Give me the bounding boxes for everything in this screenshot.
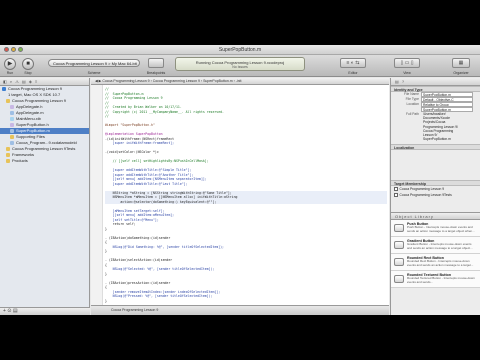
editor-mode-icon: ≡ ◐ ⇆ bbox=[346, 60, 360, 66]
file-name-field[interactable]: SuperPopButton.m bbox=[421, 92, 473, 97]
navigator-item-label: Supporting Files bbox=[16, 134, 45, 139]
navigator-item-label: Frameworks bbox=[12, 152, 35, 157]
target-label: Cocoa Programming Lesson 9 bbox=[399, 187, 445, 192]
full-path-label: Full Path bbox=[405, 112, 419, 116]
folder-icon bbox=[6, 98, 10, 103]
navigator-item-label: SuperPopButton.h bbox=[16, 122, 49, 127]
navigator-item-label: Cocoa Programming Lesson 9Tests bbox=[12, 146, 76, 151]
organizer-label: Organizer bbox=[453, 71, 469, 75]
utilities-pane: ▤ ? Identity and Type File Name SuperPopB… bbox=[390, 78, 480, 315]
folder-icon bbox=[6, 146, 10, 151]
object-library: Push Button Push Button - Intercepts mous… bbox=[391, 220, 480, 289]
library-item[interactable]: Rounded Rect Button Rounded Rect Button -… bbox=[391, 254, 480, 272]
library-item[interactable]: Rounded Textured Button Rounded Textured … bbox=[391, 271, 480, 289]
breakpoints-label: Breakpoints bbox=[146, 71, 166, 75]
organizer-icon: ▦ bbox=[458, 60, 464, 66]
location-file: SuperPopButton.m bbox=[421, 107, 473, 112]
button-icon bbox=[394, 241, 404, 250]
target-list: Cocoa Programming Lesson 9 Cocoa Programm… bbox=[391, 186, 480, 198]
view-label: View bbox=[403, 71, 411, 75]
editor-mode-control[interactable]: ≡ ◐ ⇆ bbox=[340, 58, 366, 68]
breakpoints-button[interactable] bbox=[148, 58, 164, 68]
inspector-selector-bar[interactable]: ▤ ? bbox=[391, 78, 480, 86]
stop-button[interactable]: ■ bbox=[22, 58, 34, 70]
navigator-item-label: Cocoa Programming Lesson 9 bbox=[12, 98, 67, 103]
file-icon bbox=[10, 140, 14, 145]
library-item-description: Push Button - Intercepts mouse-down even… bbox=[407, 225, 475, 234]
navigator-item-label: Products bbox=[12, 158, 28, 163]
activity-viewer: Running Cocoa Programming Lesson 9.xcode… bbox=[175, 57, 305, 71]
debug-bar[interactable]: Cocoa Programming Lesson 9 bbox=[91, 305, 389, 315]
file-icon bbox=[10, 110, 14, 115]
navigator-item-label: AppDelegate.h bbox=[16, 104, 43, 109]
jump-bar[interactable]: ◀ ▶ Cocoa Programming Lesson 9 › Cocoa P… bbox=[91, 78, 389, 85]
file-icon bbox=[10, 104, 14, 109]
navigator-item-label: AppDelegate.m bbox=[16, 110, 44, 115]
organizer-button[interactable]: ▦ bbox=[452, 58, 470, 68]
view-control[interactable]: ▯ ▭ ▯ bbox=[394, 58, 420, 68]
navigator-filter-bar[interactable]: + ⊙ ▤ bbox=[0, 307, 90, 315]
project-icon bbox=[2, 86, 6, 91]
library-item-description: Rounded Textured Button - Intercepts mou… bbox=[407, 276, 475, 285]
button-icon bbox=[394, 275, 404, 284]
library-item-description: Rounded Rect Button - Intercepts mouse-d… bbox=[407, 259, 474, 268]
button-icon bbox=[394, 258, 404, 267]
library-item-description: Gradient Button - Intercepts mouse-down … bbox=[407, 242, 473, 251]
project-navigator: ◧ ⌕ ⚠ ▤ ◈ ≡ Cocoa Programming Lesson 91 … bbox=[0, 78, 90, 315]
stop-label: Stop bbox=[24, 71, 32, 75]
run-button[interactable]: ▶ bbox=[4, 58, 16, 70]
file-icon bbox=[10, 128, 14, 133]
navigator-item[interactable]: Products bbox=[0, 158, 89, 164]
full-path-line: SuperPopButton.m bbox=[423, 137, 451, 142]
xcode-window: SuperPopButton.m ▶ Run ■ Stop Cocoa Prog… bbox=[0, 45, 480, 315]
activity-status: No Issues bbox=[232, 65, 248, 69]
navigator-item-label: Cocoa_Program...9.xcdatamodeld bbox=[16, 140, 77, 145]
view-panes-icon: ▯ ▭ ▯ bbox=[400, 60, 414, 66]
target-label: Cocoa Programming Lesson 9Tests bbox=[399, 193, 452, 198]
navigator-selector-bar[interactable]: ◧ ⌕ ⚠ ▤ ◈ ≡ bbox=[0, 78, 89, 86]
stop-icon: ■ bbox=[26, 61, 30, 67]
file-type-popup[interactable]: Default - Objective-C bbox=[421, 97, 473, 102]
title-bar: SuperPopButton.m bbox=[0, 45, 480, 55]
library-selector-bar[interactable]: Object Library bbox=[391, 212, 480, 221]
library-item[interactable]: Gradient Button Gradient Button - Interce… bbox=[391, 237, 480, 255]
navigator-file-list: Cocoa Programming Lesson 91 target, Mac … bbox=[0, 86, 89, 164]
play-icon: ▶ bbox=[7, 61, 13, 67]
video-frame: SuperPopButton.m ▶ Run ■ Stop Cocoa Prog… bbox=[0, 0, 480, 360]
window-title: SuperPopButton.m bbox=[218, 47, 262, 53]
checkbox-icon[interactable] bbox=[394, 193, 398, 197]
scheme-popup[interactable]: Cocoa Programming Lesson 9 > My Mac 64-b… bbox=[48, 59, 140, 67]
editor-label: Editor bbox=[348, 71, 358, 75]
library-item[interactable]: Push Button Push Button - Intercepts mous… bbox=[391, 220, 480, 238]
navigator-item-label: Cocoa Programming Lesson 9 bbox=[8, 86, 63, 91]
localization-body bbox=[391, 150, 480, 180]
navigator-item-label: SuperPopButton.m bbox=[16, 128, 50, 133]
folder-icon bbox=[6, 152, 10, 157]
folder-icon bbox=[10, 134, 14, 139]
checkbox-icon[interactable] bbox=[394, 187, 398, 191]
file-icon bbox=[10, 122, 14, 127]
run-label: Run bbox=[6, 71, 14, 75]
line-gutter bbox=[91, 85, 103, 305]
button-icon bbox=[394, 224, 404, 233]
source-editor: ◀ ▶ Cocoa Programming Lesson 9 › Cocoa P… bbox=[91, 78, 389, 315]
scheme-label: Scheme bbox=[87, 71, 101, 75]
code-area[interactable]: //// SuperPopButton.m// Cocoa Programmin… bbox=[105, 87, 387, 305]
navigator-item-label: MainMenu.xib bbox=[16, 116, 41, 121]
location-popup[interactable]: Relative to Group bbox=[421, 102, 473, 107]
folder-icon bbox=[6, 158, 10, 163]
file-icon bbox=[10, 116, 14, 121]
toolbar: ▶ Run ■ Stop Cocoa Programming Lesson 9 … bbox=[0, 55, 480, 77]
navigator-item-label: 1 target, Mac OS X SDK 10.7 bbox=[8, 92, 61, 97]
